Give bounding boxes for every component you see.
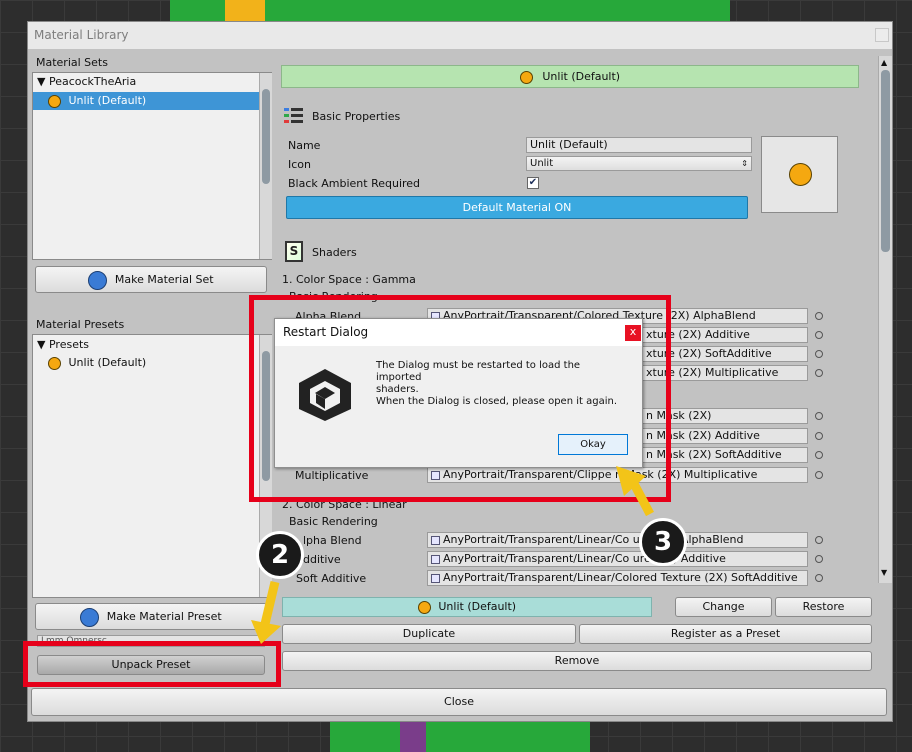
shader-row-label: lpha Blend [303, 534, 362, 547]
globe-icon [80, 607, 100, 627]
black-ambient-label: Black Ambient Required [288, 177, 421, 190]
expand-arrow-icon: ▼ [37, 338, 46, 351]
tree-root-peacock[interactable]: ▼ PeacockTheAria [37, 75, 136, 88]
black-ambient-checkbox[interactable]: ✔ [527, 177, 539, 189]
selected-material-header: Unlit (Default) [281, 65, 859, 88]
shader-target-radio[interactable] [815, 471, 823, 479]
icon-select[interactable]: Unlit ⇕ [526, 156, 752, 171]
material-dot-icon [417, 600, 431, 614]
material-presets-tree: ▼ Presets Unlit (Default) [32, 334, 272, 598]
shader-target-radio[interactable] [815, 312, 823, 320]
expand-arrow-icon: ▼ [37, 75, 46, 88]
shader-icon [431, 554, 440, 564]
material-sets-header: Material Sets [36, 56, 108, 69]
material-dot-icon [48, 94, 61, 108]
name-label: Name [288, 139, 321, 152]
duplicate-button[interactable]: Duplicate [282, 624, 576, 644]
shader-field[interactable]: AnyPortrait/Transparent/Linear/Co ure (2… [427, 532, 808, 548]
step2-arrow-icon [251, 580, 281, 644]
highlight-box-dialog [249, 295, 671, 502]
remove-button[interactable]: Remove [282, 651, 872, 671]
globe-icon [88, 270, 108, 290]
window-title: Material Library [34, 28, 129, 42]
basic-properties-icon [284, 107, 304, 124]
make-material-set-button[interactable]: Make Material Set [35, 266, 267, 293]
character-body-bottom [330, 722, 590, 752]
shader-target-radio[interactable] [815, 432, 823, 440]
tree-root-label: Presets [48, 338, 89, 351]
shader-target-radio[interactable] [815, 331, 823, 339]
make-material-preset-label: Make Material Preset [106, 610, 222, 623]
material-dot-icon [789, 163, 812, 186]
shader-target-radio[interactable] [815, 536, 823, 544]
shader-field-value: AnyPortrait/Transparent/Linear/Co ure (2… [443, 533, 744, 546]
step2-badge: 2 [256, 531, 304, 579]
change-button[interactable]: Change [675, 597, 772, 617]
tree-root-label: PeacockTheAria [48, 75, 137, 88]
make-material-set-label: Make Material Set [114, 273, 214, 286]
shaders-icon: S [285, 241, 303, 262]
footer-current-label: Unlit (Default) [438, 600, 517, 613]
shader-field[interactable]: AnyPortrait/Transparent/Linear/Colored T… [427, 570, 808, 586]
make-material-preset-button[interactable]: Make Material Preset [35, 603, 267, 630]
tree-item-label: Unlit (Default) [68, 94, 147, 107]
shader-icon [431, 535, 440, 545]
shader-icon [431, 573, 440, 583]
material-dot-icon [519, 70, 533, 84]
icon-preview-box [761, 136, 838, 213]
shaders-section1-title: 1. Color Space : Gamma [282, 273, 416, 286]
shaders-title: Shaders [312, 246, 357, 259]
scroll-up-arrow-icon[interactable]: ▲ [881, 58, 887, 67]
basic-properties-title: Basic Properties [312, 110, 401, 123]
shader-target-radio[interactable] [815, 555, 823, 563]
restore-button[interactable]: Restore [775, 597, 872, 617]
character-accent-bottom [400, 722, 426, 752]
tree-item-unlit-selected[interactable]: Unlit (Default) [33, 92, 259, 110]
material-sets-tree: ▼ PeacockTheAria Unlit (Default) [32, 72, 272, 260]
shader-row-label: Soft Additive [296, 572, 367, 585]
register-preset-button[interactable]: Register as a Preset [579, 624, 872, 644]
close-button[interactable]: Close [31, 688, 887, 716]
material-sets-scrollbar[interactable] [259, 73, 272, 259]
scrollbar-thumb[interactable] [262, 89, 270, 184]
highlight-box-unpack [23, 641, 281, 687]
window-titlebar: Material Library [28, 22, 892, 49]
shader-target-radio[interactable] [815, 451, 823, 459]
shader-target-radio[interactable] [815, 369, 823, 377]
step3-arrow-icon [616, 466, 654, 517]
step2-number: 2 [270, 540, 290, 570]
shaders-section2-subtitle: Basic Rendering [289, 515, 378, 528]
shader-row-label: dditive [303, 553, 341, 566]
step3-badge: 3 [639, 518, 687, 566]
tree-item-label: Unlit (Default) [68, 356, 147, 369]
tree-item-unlit-preset[interactable]: Unlit (Default) [48, 356, 146, 370]
icon-select-value: Unlit [530, 158, 554, 169]
name-field[interactable]: Unlit (Default) [526, 137, 752, 153]
window-close-button[interactable] [875, 28, 889, 42]
step3-number: 3 [653, 527, 673, 557]
tree-root-presets[interactable]: ▼ Presets [37, 338, 89, 351]
footer-current-material: Unlit (Default) [282, 597, 652, 617]
scrollbar-thumb[interactable] [881, 70, 890, 252]
material-dot-icon [48, 356, 61, 370]
main-scrollbar[interactable]: ▲ ▼ [878, 56, 892, 583]
dropdown-arrows-icon: ⇕ [741, 159, 748, 168]
shader-target-radio[interactable] [815, 574, 823, 582]
shader-field-value: AnyPortrait/Transparent/Linear/Colored T… [443, 571, 798, 584]
shader-target-radio[interactable] [815, 350, 823, 358]
default-material-button[interactable]: Default Material ON [286, 196, 748, 219]
selected-material-label: Unlit (Default) [542, 70, 621, 83]
icon-label: Icon [288, 158, 311, 171]
shader-target-radio[interactable] [815, 412, 823, 420]
scroll-down-arrow-icon[interactable]: ▼ [881, 568, 887, 577]
shader-field[interactable]: AnyPortrait/Transparent/Linear/Co ure (2… [427, 551, 808, 567]
character-hair-accent [225, 0, 265, 22]
material-presets-header: Material Presets [36, 318, 125, 331]
